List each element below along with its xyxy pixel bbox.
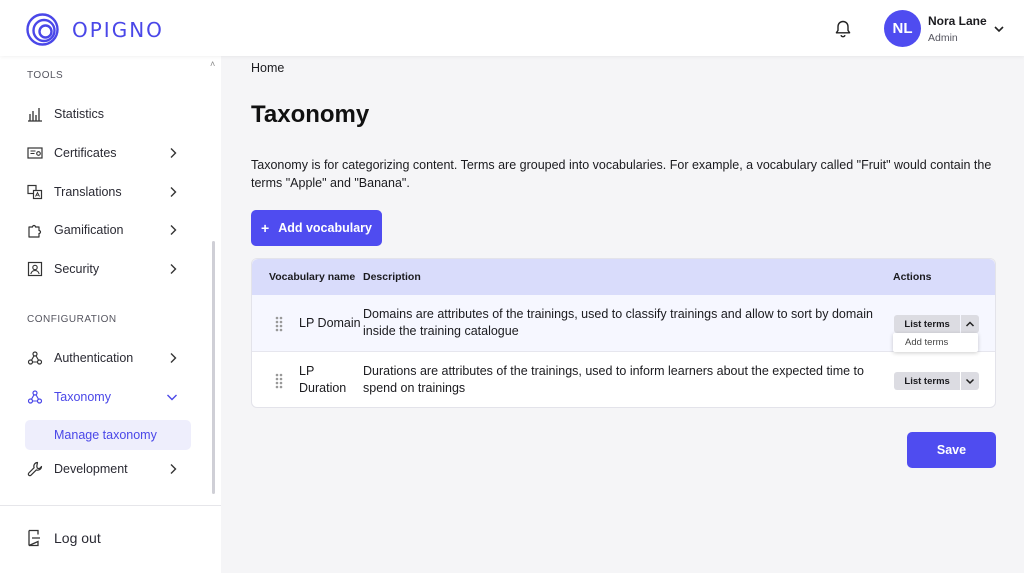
top-header: OPIGNO NL Nora Lane Admin [0,0,1024,56]
vocabulary-description: Durations are attributes of the training… [363,364,864,395]
drag-handle-icon[interactable] [275,373,283,389]
breadcrumb[interactable]: Home [251,61,284,75]
bell-icon[interactable] [833,19,853,39]
vocabulary-name: LP Duration [299,364,347,395]
add-terms-menu-item[interactable]: Add terms [893,333,978,352]
plus-icon: + [261,220,270,236]
sidebar-subitem-manage-taxonomy[interactable]: Manage taxonomy [25,420,191,450]
certificate-icon [26,144,44,162]
chevron-down-icon [966,378,975,385]
table-header: Vocabulary name Description Actions [252,259,995,295]
opigno-logo[interactable]: OPIGNO [26,13,164,46]
vocabulary-table: Vocabulary name Description Actions LP D… [251,258,996,408]
column-header-name: Vocabulary name [269,271,356,283]
section-label-configuration: CONFIGURATION [27,314,117,325]
drag-handle-icon[interactable] [275,316,283,332]
chart-icon [26,105,44,123]
chevron-right-icon [170,148,177,158]
chevron-up-icon [966,321,975,327]
sidebar-item-certificates[interactable]: Certificates [24,137,190,169]
actions-dropdown-toggle[interactable] [961,372,979,390]
sidebar-item-security[interactable]: Security [24,253,190,285]
sidebar-item-label: Security [54,262,100,276]
add-vocabulary-label: Add vocabulary [278,221,372,235]
chevron-down-icon [167,394,177,401]
nodes-icon [26,388,44,406]
column-header-actions: Actions [893,271,932,283]
vocabulary-name: LP Domain [299,316,361,330]
wrench-icon [26,460,44,478]
sidebar-item-label: Authentication [54,351,134,365]
sidebar-item-authentication[interactable]: Authentication [24,342,190,374]
vocabulary-description: Domains are attributes of the trainings,… [363,307,873,338]
chevron-right-icon [170,353,177,363]
opigno-logo-icon [26,13,59,46]
puzzle-icon [26,221,44,239]
sidebar-item-label: Taxonomy [54,390,111,404]
sidebar-item-label: Statistics [54,107,105,121]
scroll-up-arrow[interactable]: ˄ [210,59,215,69]
column-header-description: Description [363,271,421,283]
page-description: Taxonomy is for categorizing content. Te… [251,158,992,190]
chevron-down-icon[interactable] [993,23,1005,35]
sidebar-item-label: Certificates [54,146,117,160]
table-row: LP Duration Durations are attributes of … [252,352,995,409]
logout-icon [28,529,40,547]
sidebar-divider [0,505,221,506]
list-terms-button[interactable]: List terms [894,315,961,333]
row-action-split-button: List terms [894,372,979,390]
sidebar-item-development[interactable]: Development [24,453,190,485]
sidebar-item-label: Gamification [54,223,124,237]
logout-button[interactable]: Log out [26,529,101,547]
logo-text: OPIGNO [72,17,164,42]
actions-dropdown-toggle[interactable] [961,315,979,333]
sidebar-scrollbar[interactable] [212,241,215,494]
save-button[interactable]: Save [907,432,996,468]
add-vocabulary-button[interactable]: + Add vocabulary [251,210,382,246]
sidebar: ˄ TOOLS Statistics Certificates Translat… [0,56,221,573]
chevron-right-icon [170,264,177,274]
sidebar-item-taxonomy[interactable]: Taxonomy [24,381,190,413]
chevron-right-icon [170,187,177,197]
sidebar-item-gamification[interactable]: Gamification [24,214,190,246]
translate-icon [26,183,44,201]
sidebar-item-label: Translations [54,185,122,199]
security-icon [26,260,44,278]
user-avatar[interactable]: NL [884,10,921,47]
page-title: Taxonomy [251,101,370,128]
sidebar-item-statistics[interactable]: Statistics [24,98,190,130]
chevron-right-icon [170,464,177,474]
logout-label: Log out [54,530,101,546]
user-role: Admin [928,32,958,44]
user-name: Nora Lane [928,14,987,28]
list-terms-button[interactable]: List terms [894,372,961,390]
sidebar-item-label: Development [54,462,128,476]
sidebar-item-translations[interactable]: Translations [24,176,190,208]
nodes-icon [26,349,44,367]
chevron-right-icon [170,225,177,235]
section-label-tools: TOOLS [27,70,64,81]
table-row: LP Domain Domains are attributes of the … [252,295,995,352]
row-action-split-button: List terms [894,315,979,333]
